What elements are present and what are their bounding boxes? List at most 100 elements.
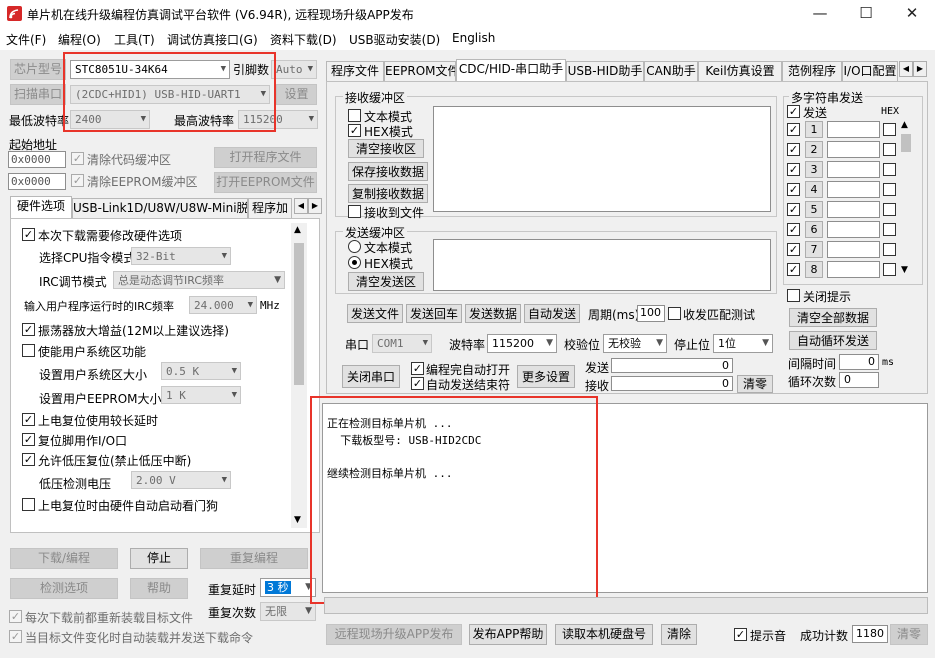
close-tip-checkbox[interactable]: [787, 289, 800, 302]
menu-usb-driver[interactable]: USB驱动安装(D): [349, 31, 440, 48]
user-system-area-checkbox[interactable]: [22, 344, 35, 357]
repeat-count-select[interactable]: 无限 ▼: [260, 602, 316, 621]
tab-scroll-right-icon[interactable]: ▶: [308, 198, 322, 214]
tab-program-file[interactable]: 程序文件: [326, 61, 384, 81]
clear-send-button[interactable]: 清空发送区: [348, 272, 424, 291]
menu-program[interactable]: 编程(O): [58, 31, 101, 48]
publish-help-button[interactable]: 发布APP帮助: [469, 624, 547, 645]
auto-loop-send-button[interactable]: 自动循环发送: [789, 331, 877, 350]
multi-row-hex-checkbox[interactable]: [883, 183, 896, 196]
auto-send-button[interactable]: 自动发送: [524, 304, 580, 323]
interval-input[interactable]: 0: [839, 354, 879, 370]
irc-frequency-input[interactable]: 24.000 ▼: [189, 296, 257, 314]
tab-can[interactable]: CAN助手: [644, 61, 698, 81]
chip-model-button[interactable]: 芯片型号: [10, 59, 66, 80]
multi-row-hex-checkbox[interactable]: [883, 243, 896, 256]
multi-row-number-button[interactable]: 7: [805, 241, 823, 258]
more-settings-button[interactable]: 更多设置: [517, 365, 575, 388]
send-data-button[interactable]: 发送数据: [465, 304, 521, 323]
multi-row-input[interactable]: [827, 241, 880, 258]
multi-row-input[interactable]: [827, 201, 880, 218]
send-textarea[interactable]: [433, 239, 771, 291]
pins-select[interactable]: Auto ▼: [271, 60, 317, 79]
long-delay-checkbox[interactable]: ✓: [22, 413, 35, 426]
menu-english[interactable]: English: [452, 31, 495, 45]
multi-send-scrollbar[interactable]: ▲ ▼: [898, 120, 914, 280]
scroll-down-icon[interactable]: ▼: [901, 265, 908, 275]
clear-eeprom-checkbox[interactable]: ✓: [71, 174, 84, 187]
watchdog-checkbox[interactable]: [22, 498, 35, 511]
scroll-up-icon[interactable]: ▲: [901, 120, 908, 130]
remote-upgrade-button[interactable]: 远程现场升级APP发布: [326, 624, 462, 645]
multi-send-all-checkbox[interactable]: ✓: [787, 105, 800, 118]
options-scrollbar[interactable]: ▲ ▼: [291, 223, 307, 528]
serial-port-select[interactable]: COM1 ▼: [372, 334, 432, 353]
multi-row-hex-checkbox[interactable]: [883, 263, 896, 276]
maximize-button[interactable]: ☐: [843, 0, 889, 28]
multi-row-hex-checkbox[interactable]: [883, 223, 896, 236]
menu-debug[interactable]: 调试仿真接口(G): [167, 31, 258, 48]
multi-row-send-checkbox[interactable]: ✓: [787, 163, 800, 176]
scan-port-button[interactable]: 扫描串口: [10, 84, 66, 105]
reset-io-checkbox[interactable]: ✓: [22, 433, 35, 446]
save-receive-button[interactable]: 保存接收数据: [348, 162, 428, 181]
clear-log-button[interactable]: 清除: [661, 624, 697, 645]
multi-row-send-checkbox[interactable]: ✓: [787, 143, 800, 156]
multi-row-hex-checkbox[interactable]: [883, 143, 896, 156]
minimize-button[interactable]: —: [797, 0, 843, 28]
parity-select[interactable]: 无校验 ▼: [603, 334, 667, 353]
tab-hardware-options[interactable]: 硬件选项: [10, 196, 72, 218]
recv-hex-mode-checkbox[interactable]: ✓: [348, 124, 361, 137]
multi-row-input[interactable]: [827, 181, 880, 198]
multi-row-input[interactable]: [827, 121, 880, 138]
multi-row-send-checkbox[interactable]: ✓: [787, 123, 800, 136]
stop-button[interactable]: 停止: [130, 548, 188, 569]
send-return-button[interactable]: 发送回车: [406, 304, 462, 323]
send-text-mode-radio[interactable]: [348, 240, 361, 253]
tab-scroll-left-icon[interactable]: ◀: [294, 198, 308, 214]
multi-row-number-button[interactable]: 6: [805, 221, 823, 238]
tab-scroll-left-icon[interactable]: ◀: [899, 61, 913, 77]
reload-each-checkbox[interactable]: ✓: [9, 610, 22, 623]
tab-usb-link[interactable]: USB-Link1D/U8W/U8W-Mini脱机: [72, 198, 248, 218]
tab-program-add[interactable]: 程序加: [248, 198, 292, 218]
tab-serial-assistant[interactable]: CDC/HID-串口助手: [456, 59, 566, 81]
download-program-button[interactable]: 下载/编程: [10, 548, 118, 569]
reset-count-button[interactable]: 清零: [890, 624, 928, 645]
multi-row-send-checkbox[interactable]: ✓: [787, 183, 800, 196]
scrollbar-thumb[interactable]: [901, 134, 911, 152]
multi-row-input[interactable]: [827, 221, 880, 238]
scroll-up-icon[interactable]: ▲: [294, 225, 301, 235]
eeprom-address-input[interactable]: 0x0000: [8, 173, 66, 190]
auto-end-checkbox[interactable]: ✓: [411, 377, 424, 390]
multi-row-number-button[interactable]: 5: [805, 201, 823, 218]
match-test-checkbox[interactable]: [668, 307, 681, 320]
modify-options-checkbox[interactable]: ✓: [22, 228, 35, 241]
tip-sound-checkbox[interactable]: ✓: [734, 628, 747, 641]
multi-row-send-checkbox[interactable]: ✓: [787, 203, 800, 216]
clear-code-checkbox[interactable]: ✓: [71, 152, 84, 165]
repeat-program-button[interactable]: 重复编程: [200, 548, 308, 569]
repeat-delay-select[interactable]: 3 秒 ▼: [260, 578, 316, 597]
multi-row-send-checkbox[interactable]: ✓: [787, 243, 800, 256]
multi-row-input[interactable]: [827, 141, 880, 158]
auto-send-checkbox[interactable]: ✓: [9, 630, 22, 643]
read-disk-id-button[interactable]: 读取本机硬盘号: [555, 624, 653, 645]
clear-receive-button[interactable]: 清空接收区: [348, 139, 424, 158]
help-button[interactable]: 帮助: [130, 578, 188, 599]
tab-io-config[interactable]: I/O口配置: [842, 61, 898, 81]
menu-tools[interactable]: 工具(T): [114, 31, 155, 48]
recv-text-mode-checkbox[interactable]: [348, 109, 361, 122]
tab-scroll-right-icon[interactable]: ▶: [913, 61, 927, 77]
multi-row-number-button[interactable]: 3: [805, 161, 823, 178]
multi-row-input[interactable]: [827, 261, 880, 278]
system-area-size-select[interactable]: 0.5 K ▼: [161, 362, 241, 380]
multi-row-number-button[interactable]: 1: [805, 121, 823, 138]
multi-row-hex-checkbox[interactable]: [883, 123, 896, 136]
recv-to-file-checkbox[interactable]: [348, 205, 361, 218]
tab-keil-settings[interactable]: Keil仿真设置: [698, 61, 782, 81]
cpu-mode-select[interactable]: 32-Bit ▼: [131, 247, 231, 265]
irc-mode-select[interactable]: 总是动态调节IRC频率 ▼: [113, 271, 285, 289]
code-address-input[interactable]: 0x0000: [8, 151, 66, 168]
multi-row-number-button[interactable]: 4: [805, 181, 823, 198]
